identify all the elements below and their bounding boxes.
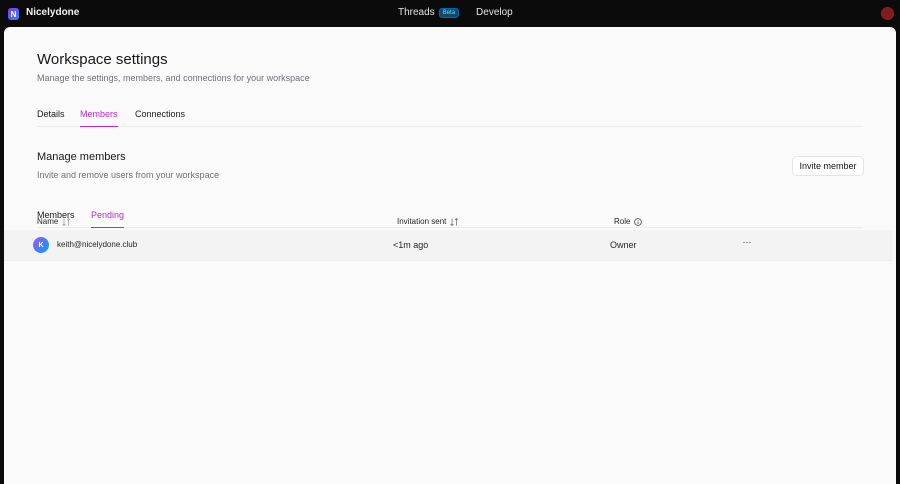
section-subtitle: Invite and remove users from your worksp… [37, 170, 220, 180]
nav-threads[interactable]: Threads [398, 7, 435, 18]
sort-icon[interactable] [450, 217, 459, 226]
avatar: K [33, 237, 49, 253]
invitation-time: <1m ago [393, 240, 429, 250]
page-title: Workspace settings [37, 51, 168, 68]
settings-tabs: Details Members Connections [37, 109, 863, 127]
sort-icon[interactable] [62, 217, 71, 226]
tab-details[interactable]: Details [37, 109, 65, 127]
subtab-pending[interactable]: Pending [91, 210, 125, 228]
invite-member-button[interactable]: Invite member [792, 156, 864, 176]
brand-name[interactable]: Nicelydone [26, 7, 79, 18]
beta-badge: Beta [438, 7, 460, 18]
member-email: keith@nicelydone.club [57, 240, 138, 249]
tab-connections[interactable]: Connections [135, 109, 185, 127]
nav-develop[interactable]: Develop [476, 7, 513, 18]
column-invitation-label: Invitation sent [397, 217, 447, 226]
column-name[interactable]: Name [37, 217, 71, 226]
column-role: Role [614, 217, 643, 226]
table-row[interactable]: K keith@nicelydone.club <1m ago Owner ··… [4, 230, 892, 261]
section-title: Manage members [37, 151, 126, 163]
page-subtitle: Manage the settings, members, and connec… [37, 73, 310, 83]
app-logo[interactable]: N [8, 8, 19, 20]
info-icon[interactable] [634, 217, 643, 226]
row-more-menu-button[interactable]: ··· [741, 237, 753, 249]
top-nav: Threads Beta Develop [398, 7, 513, 18]
top-bar: N Nicelydone Threads Beta Develop [0, 0, 900, 27]
user-avatar[interactable] [881, 7, 894, 20]
column-name-label: Name [37, 217, 59, 226]
column-role-label: Role [614, 217, 631, 226]
tab-members[interactable]: Members [80, 109, 118, 127]
member-role: Owner [610, 240, 637, 250]
column-invitation-sent[interactable]: Invitation sent [397, 217, 459, 226]
